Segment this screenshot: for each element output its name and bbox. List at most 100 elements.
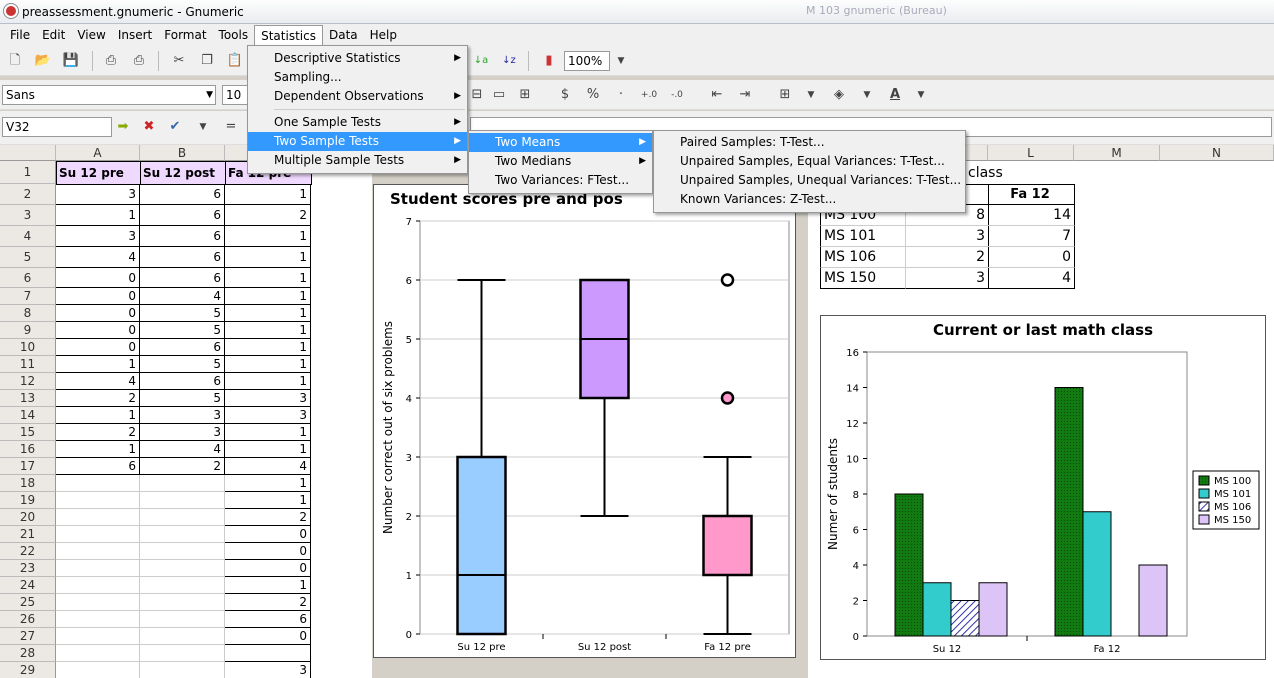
borders-icon[interactable]: ⊞	[776, 86, 794, 104]
sort-descending-icon[interactable]: ↓z	[500, 52, 518, 70]
table-header-cell[interactable]: Su 12 post	[140, 161, 226, 185]
row-header[interactable]: 19	[0, 492, 56, 509]
row-header[interactable]: 24	[0, 577, 56, 594]
sort-ascending-icon[interactable]: ↓a	[472, 52, 490, 70]
row-header[interactable]: 27	[0, 628, 56, 645]
table-cell[interactable]: 2	[225, 509, 311, 526]
row-header[interactable]: 16	[0, 441, 56, 458]
table-cell[interactable]: 0	[225, 543, 311, 560]
table-cell[interactable]	[56, 560, 140, 577]
table-cell[interactable]: 0	[56, 288, 140, 305]
table-cell[interactable]: 0	[56, 268, 140, 288]
paste-icon[interactable]: 📋	[226, 52, 244, 70]
table-cell[interactable]: 1	[225, 441, 311, 458]
table-cell[interactable]: 6	[140, 226, 225, 247]
table-cell[interactable]: 0	[225, 628, 311, 645]
table-cell[interactable]	[140, 594, 225, 611]
row-header[interactable]: 29	[0, 662, 56, 678]
menu-view[interactable]: View	[71, 25, 111, 45]
decrease-decimals-icon[interactable]: -.0	[668, 86, 686, 104]
formula-equals[interactable]: =	[222, 118, 240, 136]
row-header[interactable]: 12	[0, 373, 56, 390]
table-cell[interactable]: 3	[225, 662, 311, 678]
increase-decimals-icon[interactable]: +.0	[640, 86, 658, 104]
table-cell[interactable]: 0	[56, 305, 140, 322]
font-size-combo[interactable]: 10	[222, 85, 248, 105]
column-header-l[interactable]: L	[988, 145, 1074, 161]
row-header[interactable]: 11	[0, 356, 56, 373]
table-cell[interactable]	[56, 662, 140, 678]
menu-item-one-sample-tests[interactable]: One Sample Tests ▶	[248, 113, 467, 132]
table-cell[interactable]: 3	[56, 226, 140, 247]
table-cell[interactable]: 1	[225, 247, 311, 268]
table-cell[interactable]: 6	[140, 205, 225, 226]
table-cell[interactable]: 1	[225, 226, 311, 247]
row-header[interactable]: 20	[0, 509, 56, 526]
table-cell[interactable]	[140, 560, 225, 577]
table-cell[interactable]	[56, 611, 140, 628]
table-cell[interactable]: 1	[225, 356, 311, 373]
row-header[interactable]: 4	[0, 226, 56, 247]
table-cell[interactable]: 4	[225, 458, 311, 475]
row-header[interactable]: 21	[0, 526, 56, 543]
bar-chart[interactable]: Current or last math class 0 2 4 6 8 10 12 14 16 N…	[820, 315, 1266, 660]
table-cell[interactable]: 2	[56, 390, 140, 407]
cut-icon[interactable]: ✂	[170, 52, 188, 70]
font-name-combo[interactable]: Sans ▼	[2, 85, 216, 105]
table-cell[interactable]: 1	[56, 205, 140, 226]
table-cell[interactable]: 6	[140, 184, 225, 205]
row-header[interactable]: 28	[0, 645, 56, 662]
menu-item-two-sample-tests[interactable]: Two Sample Tests ▶	[248, 132, 467, 151]
table-cell[interactable]: 5	[140, 390, 225, 407]
row-header[interactable]: 10	[0, 339, 56, 356]
column-header-n[interactable]: N	[1160, 145, 1274, 161]
copy-icon[interactable]: ❐	[198, 52, 216, 70]
row-header[interactable]: 3	[0, 205, 56, 226]
table-cell[interactable]	[140, 509, 225, 526]
sheet-grid-left[interactable]: ABC1Su 12 preSu 12 postFa 12 pre23613162…	[0, 145, 372, 678]
table-cell[interactable]: 5	[140, 305, 225, 322]
font-color-dropdown-icon[interactable]: ▼	[912, 86, 930, 104]
print-icon[interactable]: ⎙	[102, 52, 120, 70]
row-header[interactable]: 6	[0, 268, 56, 288]
row-header[interactable]: 23	[0, 560, 56, 577]
table-header-cell[interactable]: Su 12 pre	[56, 161, 141, 185]
table-cell[interactable]: 3	[56, 184, 140, 205]
table-cell[interactable]: 2	[56, 424, 140, 441]
new-file-icon[interactable]: 🗋	[6, 52, 24, 70]
table-cell[interactable]: 1	[225, 184, 311, 205]
table-cell[interactable]	[56, 475, 140, 492]
menu-statistics[interactable]: Statistics	[254, 25, 323, 45]
row-header[interactable]: 8	[0, 305, 56, 322]
table-cell[interactable]: 1	[56, 356, 140, 373]
menu-insert[interactable]: Insert	[112, 25, 158, 45]
table-cell[interactable]	[56, 492, 140, 509]
table-cell[interactable]: 1	[56, 407, 140, 424]
table-cell[interactable]: 0	[56, 322, 140, 339]
table-cell[interactable]	[140, 543, 225, 560]
table-cell[interactable]: 6	[140, 339, 225, 356]
row-header[interactable]: 5	[0, 247, 56, 268]
row-header[interactable]: 14	[0, 407, 56, 424]
table-cell[interactable]	[140, 611, 225, 628]
fill-dropdown-icon[interactable]: ▼	[858, 86, 876, 104]
menu-item-unpaired-equal-t-test[interactable]: Unpaired Samples, Equal Variances: T-Tes…	[654, 152, 965, 171]
table-cell[interactable]	[56, 543, 140, 560]
table-cell[interactable]: 3	[140, 424, 225, 441]
table-cell[interactable]: 4	[56, 373, 140, 390]
table-cell[interactable]: 0	[225, 560, 311, 577]
row-header[interactable]: 7	[0, 288, 56, 305]
table-cell[interactable]: 3	[140, 407, 225, 424]
menu-data[interactable]: Data	[323, 25, 364, 45]
table-cell[interactable]: 1	[225, 373, 311, 390]
table-cell[interactable]: 1	[225, 288, 311, 305]
center-across-icon[interactable]: ▭	[490, 86, 508, 104]
menu-item-multiple-sample-tests[interactable]: Multiple Sample Tests ▶	[248, 151, 467, 170]
menu-item-unpaired-unequal-t-test[interactable]: Unpaired Samples, Unequal Variances: T-T…	[654, 171, 965, 190]
split-cells-icon[interactable]: ⊞	[516, 86, 534, 104]
row-header[interactable]: 13	[0, 390, 56, 407]
open-file-icon[interactable]: 📂	[34, 52, 52, 70]
merge-cells-icon[interactable]: ⊟	[468, 86, 486, 104]
table-cell[interactable]	[225, 645, 311, 662]
table-cell[interactable]: 0	[225, 526, 311, 543]
